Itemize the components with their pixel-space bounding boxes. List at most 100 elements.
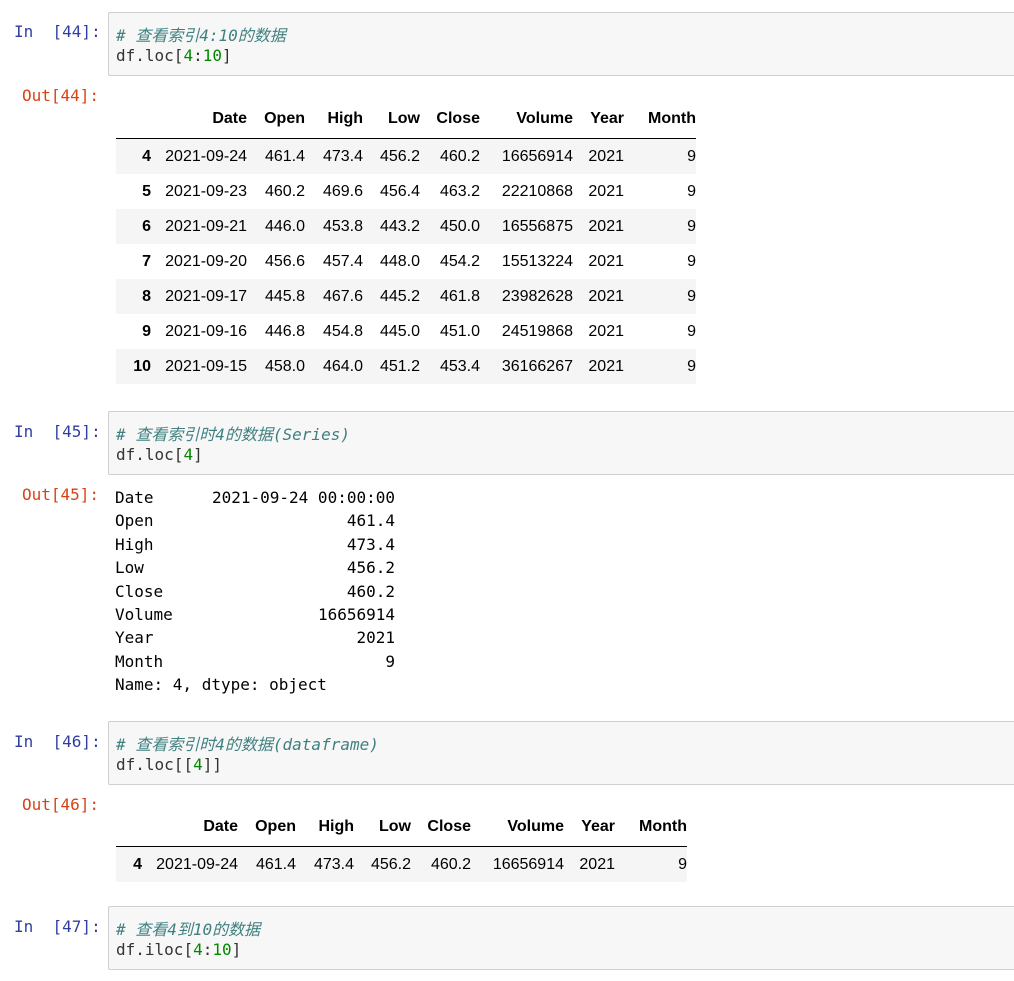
series-value: 460.2 [346, 581, 395, 601]
index-header [116, 808, 142, 847]
row-index: 9 [142, 322, 151, 340]
column-header: Year [573, 100, 624, 139]
series-value: 16656914 [317, 604, 395, 624]
code-cell-47[interactable]: # 查看4到10的数据 df.iloc[4:10] [108, 906, 1014, 970]
table-cell: 453.4 [439, 357, 480, 375]
in-prompt-44: In [44]: [14, 22, 101, 41]
code-cell-46[interactable]: # 查看索引时4的数据(dataframe) df.loc[[4]] [108, 721, 1014, 785]
code-line: df.loc[4] [116, 445, 203, 464]
table-cell: 2021 [588, 252, 624, 270]
table-cell: 2021-09-24 [156, 855, 238, 873]
column-header: Low [363, 100, 420, 139]
row-index: 8 [142, 287, 151, 305]
series-value: 2021 [356, 628, 395, 648]
table-cell: 460.2 [264, 182, 305, 200]
table-cell: 9 [687, 182, 696, 200]
row-index: 7 [142, 252, 151, 270]
table-row: 8 2021-09-17 445.8 467.6 445.2 461.8 23982628 2… [116, 279, 696, 314]
table-cell: 2021 [579, 855, 615, 873]
table-cell: 456.2 [370, 855, 411, 873]
code-comment: # 查看4到10的数据 [116, 920, 261, 939]
column-header: Date [151, 100, 247, 139]
table-cell: 16556875 [501, 217, 573, 235]
table-row: 4 2021-09-24 461.4 473.4 456.2 460.2 16656914 2… [116, 846, 687, 882]
column-header: Volume [471, 808, 564, 847]
table-cell: 473.4 [322, 147, 363, 165]
table-cell: 467.6 [322, 287, 363, 305]
table-cell: 15513224 [501, 252, 573, 270]
table-cell: 443.2 [379, 217, 420, 235]
table-cell: 461.8 [439, 287, 480, 305]
table-cell: 461.4 [255, 855, 296, 873]
row-index: 5 [142, 182, 151, 200]
table-cell: 450.0 [439, 217, 480, 235]
code-line: df.loc[4:10] [116, 46, 232, 65]
row-index: 4 [133, 855, 142, 873]
table-cell: 458.0 [264, 357, 305, 375]
out-prompt-44: Out[44]: [22, 86, 100, 105]
table-cell: 9 [687, 252, 696, 270]
table-cell: 456.4 [379, 182, 420, 200]
series-key: Date [115, 488, 154, 507]
table-cell: 2021 [588, 322, 624, 340]
table-row: 4 2021-09-24 461.4 473.4 456.2 460.2 16656914 2… [116, 138, 696, 174]
table-header-row: Date Open High Low Close Volume Year Month [116, 808, 687, 847]
series-row: Year 2021 [115, 626, 415, 649]
table-cell: 2021 [588, 357, 624, 375]
table-cell: 16656914 [501, 147, 573, 165]
column-header: Year [564, 808, 615, 847]
series-row: Volume 16656914 [115, 603, 415, 626]
table-row: 9 2021-09-16 446.8 454.8 445.0 451.0 24519868 2… [116, 314, 696, 349]
table-cell: 456.6 [264, 252, 305, 270]
in-prompt-45: In [45]: [14, 422, 101, 441]
table-cell: 453.8 [322, 217, 363, 235]
table-row: 5 2021-09-23 460.2 469.6 456.4 463.2 22210868 2… [116, 174, 696, 209]
out-prompt-45: Out[45]: [22, 485, 100, 504]
row-index: 4 [142, 147, 151, 165]
series-row: Close 460.2 [115, 580, 415, 603]
code-line: df.iloc[4:10] [116, 940, 242, 959]
column-header: Month [615, 808, 687, 847]
in-prompt-47: In [47]: [14, 917, 101, 936]
table-cell: 36166267 [501, 357, 573, 375]
column-header: Close [411, 808, 471, 847]
dataframe-output-44: Date Open High Low Close Volume Year Month 4 202… [116, 100, 696, 384]
series-key: Open [115, 511, 154, 531]
column-header: Volume [480, 100, 573, 139]
table-cell: 2021-09-16 [165, 322, 247, 340]
table-cell: 2021-09-17 [165, 287, 247, 305]
table-cell: 2021 [588, 217, 624, 235]
in-prompt-46: In [46]: [14, 732, 101, 751]
series-key: Month [115, 651, 164, 671]
table-cell: 9 [678, 855, 687, 873]
series-key: Year [115, 628, 154, 648]
table-cell: 463.2 [439, 182, 480, 200]
column-header: Open [247, 100, 305, 139]
table-cell: 446.0 [264, 217, 305, 235]
table-cell: 24519868 [501, 322, 573, 340]
series-value: 461.4 [346, 511, 395, 531]
table-cell: 2021-09-20 [165, 252, 247, 270]
series-row: Low 456.2 [115, 556, 415, 579]
table-row: 6 2021-09-21 446.0 453.8 443.2 450.0 16556875 2… [116, 209, 696, 244]
table-cell: 22210868 [501, 182, 573, 200]
table-cell: 2021-09-24 [165, 147, 247, 165]
series-output-45: Date 2021-09-24 00:00:00 Open 461.4 High 473.… [115, 486, 415, 697]
table-cell: 23982628 [501, 287, 573, 305]
table-cell: 2021 [588, 287, 624, 305]
column-header: Low [354, 808, 411, 847]
series-value: 2021-09-24 00:00:00 [211, 488, 395, 507]
code-comment: # 查看索引4:10的数据 [116, 26, 286, 45]
series-row: Open 461.4 [115, 509, 415, 532]
table-cell: 464.0 [322, 357, 363, 375]
series-row: Month 9 [115, 650, 415, 673]
table-cell: 448.0 [379, 252, 420, 270]
code-cell-45[interactable]: # 查看索引时4的数据(Series) df.loc[4] [108, 411, 1014, 475]
code-cell-44[interactable]: # 查看索引4:10的数据 df.loc[4:10] [108, 12, 1014, 76]
table-cell: 9 [687, 287, 696, 305]
table-cell: 445.2 [379, 287, 420, 305]
table-header-row: Date Open High Low Close Volume Year Month [116, 100, 696, 139]
table-cell: 2021-09-15 [165, 357, 247, 375]
column-header: Date [142, 808, 238, 847]
table-cell: 9 [687, 217, 696, 235]
